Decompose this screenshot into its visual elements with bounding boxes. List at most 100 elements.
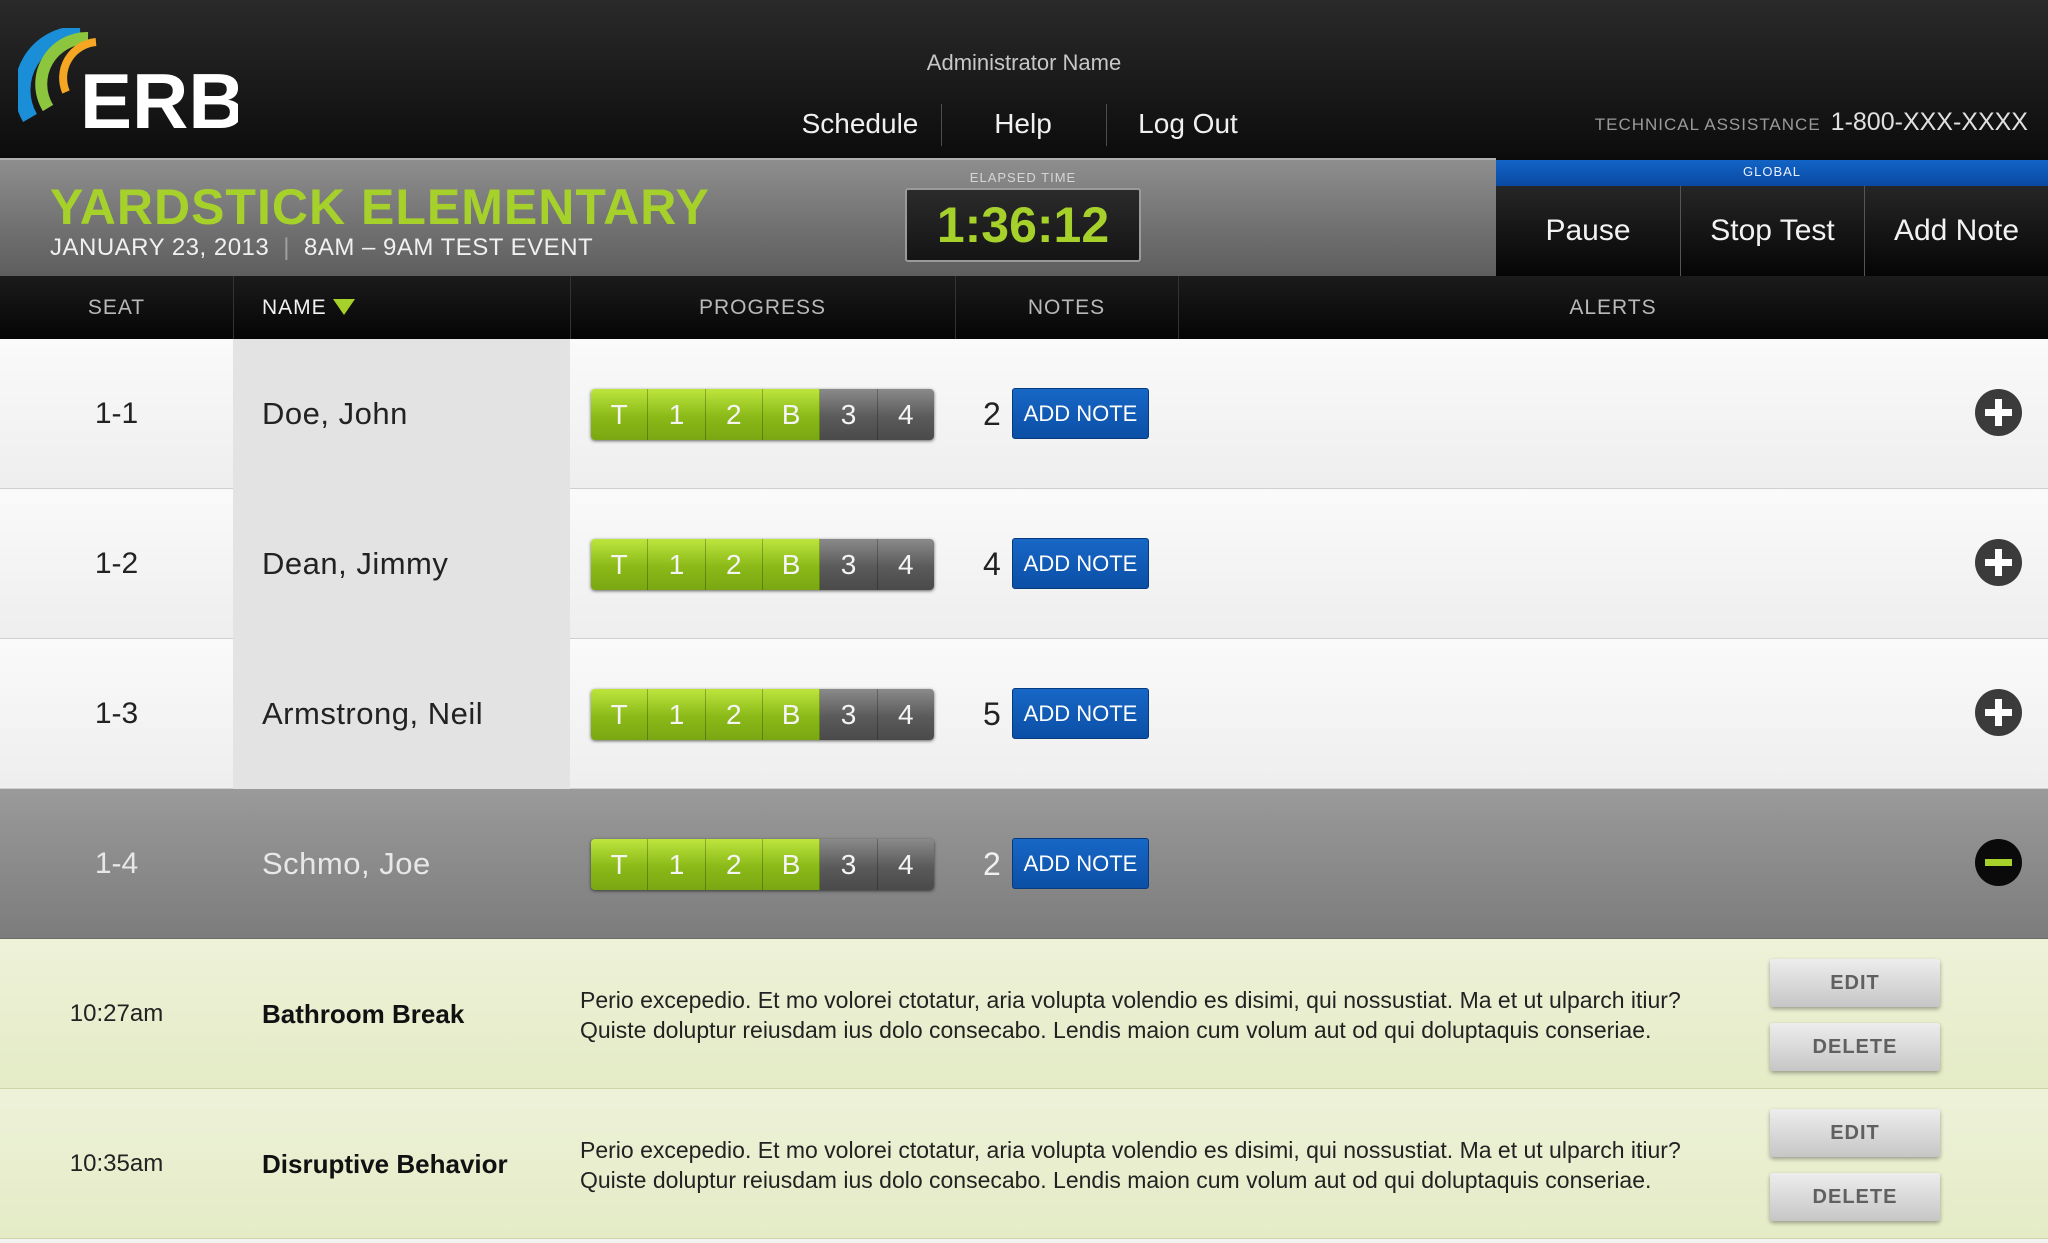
column-header-notes[interactable]: NOTES [955, 276, 1178, 339]
progress-segment: 4 [877, 539, 934, 590]
technical-assistance-phone: 1-800-XXX-XXXX [1830, 108, 2028, 136]
nav-help-link[interactable]: Help [962, 104, 1084, 144]
progress-bar: T12B34 [591, 689, 934, 740]
note-body-line: Perio excepedio. Et mo volorei ctotatur,… [580, 1137, 1681, 1163]
progress-segment: 3 [820, 389, 878, 440]
note-body: Perio excepedio. Et mo volorei ctotatur,… [580, 1135, 1700, 1195]
administrator-name: Administrator Name [926, 50, 1122, 75]
student-name[interactable]: Schmo, Joe [262, 789, 431, 939]
toggle-bar-vertical [1995, 399, 2002, 426]
elapsed-time-label: ELAPSED TIME [969, 170, 1077, 185]
top-bar: ERB Administrator Name Schedule Help Log… [0, 0, 2048, 158]
note-count: 4 [983, 546, 1001, 582]
table-row[interactable]: 1-3 Armstrong, Neil T12B34 5 ADD NOTE [0, 639, 2048, 789]
note-title: Disruptive Behavior [262, 1149, 508, 1179]
progress-segment: 4 [877, 839, 934, 890]
column-header-name[interactable]: NAME [262, 276, 355, 339]
note-body: Perio excepedio. Et mo volorei ctotatur,… [580, 985, 1700, 1045]
progress-segment: 2 [705, 689, 763, 740]
column-header-name-label: NAME [262, 296, 327, 319]
stop-test-button[interactable]: Stop Test [1680, 186, 1864, 276]
seat-number: 1-3 [94, 697, 139, 730]
event-divider: | [283, 234, 290, 261]
seat-number: 1-1 [94, 397, 139, 430]
nav-logout-link[interactable]: Log Out [1128, 104, 1248, 144]
global-add-note-button[interactable]: Add Note [1864, 186, 2048, 276]
event-details: JANUARY 23, 2013 | 8AM – 9AM TEST EVENT [50, 234, 593, 262]
progress-segment: 1 [648, 389, 706, 440]
column-header-progress[interactable]: PROGRESS [570, 276, 955, 339]
progress-segment: 4 [877, 389, 934, 440]
progress-segment: B [762, 689, 821, 740]
technical-assistance: TECHNICAL ASSISTANCE 1-800-XXX-XXXX [1595, 104, 2028, 143]
nav-schedule-link[interactable]: Schedule [800, 104, 920, 144]
delete-note-button[interactable]: DELETE [1770, 1023, 1940, 1071]
collapse-icon[interactable] [1975, 839, 2022, 886]
progress-segment: 1 [648, 539, 706, 590]
table-row[interactable]: 1-1 Doe, John T12B34 2 ADD NOTE [0, 339, 2048, 489]
pause-button[interactable]: Pause [1496, 186, 1680, 276]
technical-assistance-label: TECHNICAL ASSISTANCE [1594, 115, 1821, 134]
progress-segment: T [591, 539, 649, 590]
elapsed-time-clock: 1:36:12 [905, 188, 1141, 262]
seat-number: 1-2 [94, 547, 139, 580]
toggle-bar-vertical [1995, 549, 2002, 576]
progress-segment: T [591, 689, 649, 740]
global-label: GLOBAL [1496, 160, 2048, 186]
student-name[interactable]: Armstrong, Neil [262, 639, 483, 789]
nav-divider [941, 104, 942, 146]
note-row: 10:27am Bathroom Break Perio excepedio. … [0, 939, 2048, 1089]
column-header-seat[interactable]: SEAT [0, 276, 233, 339]
edit-note-button[interactable]: EDIT [1770, 1109, 1940, 1157]
note-row: 10:35am Disruptive Behavior Perio excepe… [0, 1089, 2048, 1239]
sort-descending-icon [332, 299, 355, 315]
edit-note-button[interactable]: EDIT [1770, 959, 1940, 1007]
event-date: JANUARY 23, 2013 [50, 234, 270, 261]
table-row[interactable]: 1-2 Dean, Jimmy T12B34 4 ADD NOTE [0, 489, 2048, 639]
note-count: 2 [983, 396, 1001, 432]
add-note-button[interactable]: ADD NOTE [1012, 538, 1149, 589]
note-body-line: Quiste doluptur reiusdam ius dolo consec… [580, 1167, 1652, 1193]
add-note-button[interactable]: ADD NOTE [1012, 388, 1149, 439]
student-name[interactable]: Doe, John [262, 339, 408, 489]
column-divider [233, 276, 234, 339]
progress-segment: 3 [820, 839, 878, 890]
note-count: 5 [983, 696, 1001, 732]
progress-segment: 2 [705, 389, 763, 440]
seat-number: 1-4 [94, 847, 139, 880]
progress-segment: 3 [820, 539, 878, 590]
progress-bar: T12B34 [591, 389, 934, 440]
progress-segment: B [762, 539, 821, 590]
school-name: YARDSTICK ELEMENTARY [50, 179, 710, 235]
progress-segment: T [591, 839, 649, 890]
note-body-line: Quiste doluptur reiusdam ius dolo consec… [580, 1017, 1652, 1043]
table-header: SEAT NAME PROGRESS NOTES ALERTS [0, 276, 2048, 339]
progress-segment: T [591, 389, 649, 440]
progress-segment: B [762, 839, 821, 890]
table-row[interactable]: 1-4 Schmo, Joe T12B34 2 ADD NOTE [0, 789, 2048, 939]
note-time: 10:35am [69, 1150, 164, 1177]
global-controls: GLOBAL Pause Stop Test Add Note [1496, 158, 2048, 276]
progress-bar: T12B34 [591, 839, 934, 890]
event-time: 8AM – 9AM TEST EVENT [303, 234, 594, 261]
progress-segment: 2 [705, 839, 763, 890]
progress-segment: B [762, 389, 821, 440]
progress-segment: 2 [705, 539, 763, 590]
toggle-bar-horizontal [1985, 859, 2012, 866]
progress-segment: 1 [648, 839, 706, 890]
progress-segment: 4 [877, 689, 934, 740]
expand-icon[interactable] [1975, 689, 2022, 736]
column-header-alerts[interactable]: ALERTS [1178, 276, 2048, 339]
note-body-line: Perio excepedio. Et mo volorei ctotatur,… [580, 987, 1681, 1013]
student-name[interactable]: Dean, Jimmy [262, 489, 448, 639]
add-note-button[interactable]: ADD NOTE [1012, 838, 1149, 889]
expand-icon[interactable] [1975, 539, 2022, 586]
delete-note-button[interactable]: DELETE [1770, 1173, 1940, 1221]
note-title: Bathroom Break [262, 999, 465, 1029]
add-note-button[interactable]: ADD NOTE [1012, 688, 1149, 739]
progress-bar: T12B34 [591, 539, 934, 590]
expand-icon[interactable] [1975, 389, 2022, 436]
progress-segment: 1 [648, 689, 706, 740]
note-time: 10:27am [69, 1000, 164, 1027]
progress-segment: 3 [820, 689, 878, 740]
